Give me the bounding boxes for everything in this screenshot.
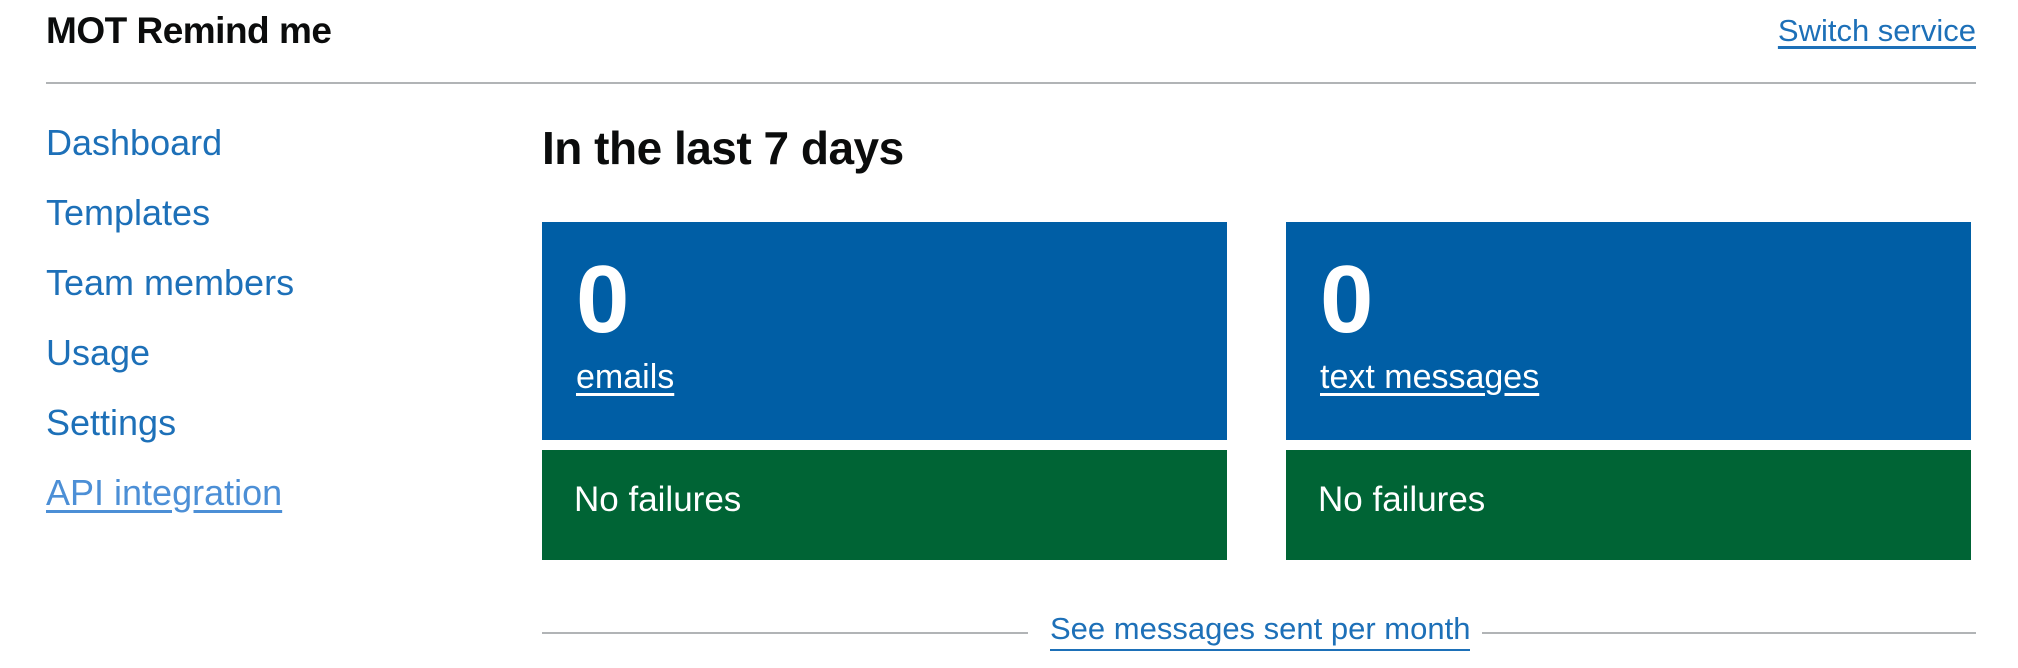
- email-failures-panel: No failures: [542, 450, 1227, 560]
- main-content: In the last 7 days: [542, 118, 1976, 178]
- email-count: 0: [576, 246, 630, 353]
- sidebar-item-team-members[interactable]: Team members: [46, 258, 294, 328]
- page-title: In the last 7 days: [542, 122, 904, 174]
- sidebar-item-usage[interactable]: Usage: [46, 328, 294, 398]
- service-name: MOT Remind me: [46, 10, 332, 51]
- text-stats-card: 0 text messages No failures: [1286, 222, 1971, 560]
- sidebar-nav: Dashboard Templates Team members Usage S…: [46, 118, 294, 538]
- divider-line-left: [542, 632, 1028, 634]
- text-count-panel: 0 text messages: [1286, 222, 1971, 440]
- sidebar-item-settings[interactable]: Settings: [46, 398, 294, 468]
- sidebar-item-api-integration[interactable]: API integration: [46, 468, 294, 538]
- see-messages-per-month-link[interactable]: See messages sent per month: [1050, 611, 1471, 651]
- sidebar-item-templates[interactable]: Templates: [46, 188, 294, 258]
- see-more-divider: See messages sent per month: [542, 606, 1976, 660]
- text-failures-panel: No failures: [1286, 450, 1971, 560]
- text-messages-link[interactable]: text messages: [1320, 358, 1539, 397]
- text-count: 0: [1320, 246, 1374, 353]
- switch-service-link[interactable]: Switch service: [1778, 13, 1976, 49]
- text-failures-status: No failures: [1318, 480, 1486, 519]
- service-header: MOT Remind me Switch service: [46, 0, 1976, 84]
- email-stats-card: 0 emails No failures: [542, 222, 1227, 560]
- emails-link[interactable]: emails: [576, 358, 674, 397]
- email-count-panel: 0 emails: [542, 222, 1227, 440]
- sidebar-item-dashboard[interactable]: Dashboard: [46, 118, 294, 188]
- divider-line-right: [1482, 632, 1976, 634]
- email-failures-status: No failures: [574, 480, 742, 519]
